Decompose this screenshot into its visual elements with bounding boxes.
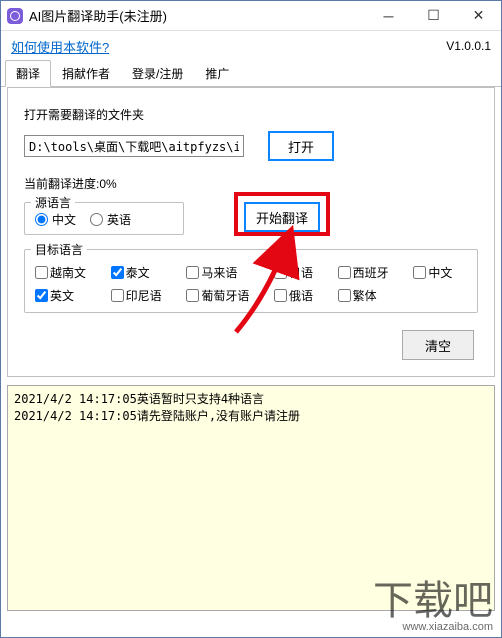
target-language-group: 目标语言 越南文 泰文 马来语 日语 西班牙 中文 英文 印尼语 葡萄牙语 俄语… (24, 249, 478, 313)
folder-label: 打开需要翻译的文件夹 (24, 106, 478, 123)
log-line-0: 2021/4/2 14:17:05英语暂时只支持4种语言 (14, 392, 264, 406)
check-vi-label: 越南文 (50, 264, 86, 281)
radio-zh[interactable]: 中文 (35, 211, 76, 228)
check-vi-input[interactable] (35, 266, 48, 279)
help-link[interactable]: 如何使用本软件? (11, 37, 109, 56)
radio-en[interactable]: 英语 (90, 211, 131, 228)
check-zht-input[interactable] (338, 289, 351, 302)
check-ja-label: 日语 (289, 264, 313, 281)
check-en[interactable]: 英文 (35, 287, 101, 304)
open-button[interactable]: 打开 (268, 131, 334, 161)
check-zh-label: 中文 (428, 264, 452, 281)
check-zh-input[interactable] (413, 266, 426, 279)
version-label: V1.0.0.1 (446, 39, 491, 53)
check-ru-label: 俄语 (289, 287, 313, 304)
radio-en-input[interactable] (90, 213, 103, 226)
check-es-label: 西班牙 (353, 264, 389, 281)
tab-translate[interactable]: 翻译 (5, 60, 51, 87)
check-es-input[interactable] (338, 266, 351, 279)
check-th[interactable]: 泰文 (111, 264, 177, 281)
progress-label: 当前翻译进度:0% (24, 175, 478, 192)
check-th-input[interactable] (111, 266, 124, 279)
target-language-label: 目标语言 (31, 241, 87, 258)
maximize-button[interactable]: ☐ (411, 1, 456, 30)
radio-zh-input[interactable] (35, 213, 48, 226)
check-ru-input[interactable] (274, 289, 287, 302)
clear-button[interactable]: 清空 (402, 330, 474, 360)
radio-en-label: 英语 (107, 211, 131, 228)
check-zh[interactable]: 中文 (413, 264, 467, 281)
start-button-wrap: 开始翻译 (244, 202, 320, 232)
source-language-label: 源语言 (31, 194, 75, 211)
check-en-input[interactable] (35, 289, 48, 302)
app-icon (7, 8, 23, 24)
check-zht[interactable]: 繁体 (338, 287, 404, 304)
minimize-button[interactable]: ─ (366, 1, 411, 30)
check-ja[interactable]: 日语 (274, 264, 328, 281)
check-ru[interactable]: 俄语 (274, 287, 328, 304)
tab-promo[interactable]: 推广 (194, 60, 240, 87)
log-line-1: 2021/4/2 14:17:05请先登陆账户,没有账户请注册 (14, 409, 300, 423)
titlebar: AI图片翻译助手(未注册) ─ ☐ ✕ (1, 1, 501, 31)
start-translate-button[interactable]: 开始翻译 (244, 202, 320, 232)
tabs: 翻译 捐献作者 登录/注册 推广 (1, 60, 501, 87)
folder-path-input[interactable] (24, 135, 244, 157)
check-ms-input[interactable] (186, 266, 199, 279)
check-pt-label: 葡萄牙语 (201, 287, 249, 304)
check-en-label: 英文 (50, 287, 74, 304)
check-es[interactable]: 西班牙 (338, 264, 404, 281)
watermark-url: www.xiazaiba.com (373, 621, 493, 633)
source-language-group: 源语言 中文 英语 (24, 202, 184, 235)
main-panel: 打开需要翻译的文件夹 打开 当前翻译进度:0% 源语言 中文 英语 开始翻译 (7, 87, 495, 377)
close-button[interactable]: ✕ (456, 1, 501, 30)
check-ja-input[interactable] (274, 266, 287, 279)
radio-zh-label: 中文 (52, 211, 76, 228)
check-id[interactable]: 印尼语 (111, 287, 177, 304)
check-zht-label: 繁体 (353, 287, 377, 304)
check-ms-label: 马来语 (201, 264, 237, 281)
topbar: 如何使用本软件? V1.0.0.1 (1, 31, 501, 58)
check-pt[interactable]: 葡萄牙语 (186, 287, 264, 304)
check-th-label: 泰文 (126, 264, 150, 281)
window-title: AI图片翻译助手(未注册) (29, 6, 366, 25)
window-controls: ─ ☐ ✕ (366, 1, 501, 30)
tab-donate[interactable]: 捐献作者 (51, 60, 121, 87)
check-id-label: 印尼语 (126, 287, 162, 304)
check-pt-input[interactable] (186, 289, 199, 302)
log-output[interactable]: 2021/4/2 14:17:05英语暂时只支持4种语言 2021/4/2 14… (7, 385, 495, 611)
check-ms[interactable]: 马来语 (186, 264, 264, 281)
check-vi[interactable]: 越南文 (35, 264, 101, 281)
check-id-input[interactable] (111, 289, 124, 302)
tab-login[interactable]: 登录/注册 (121, 60, 194, 87)
